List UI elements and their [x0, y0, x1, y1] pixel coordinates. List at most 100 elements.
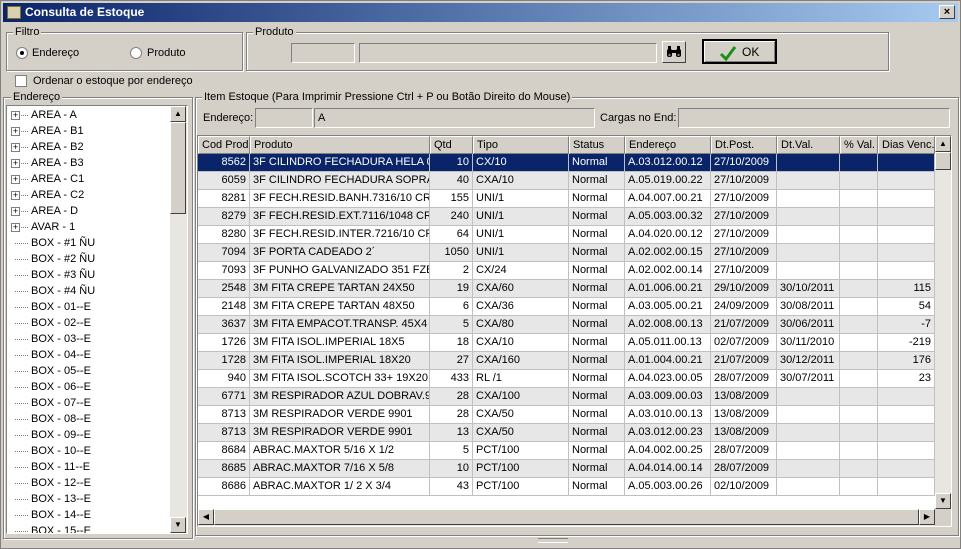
tree-node[interactable]: BOX - 13--E	[7, 491, 169, 507]
tree-node[interactable]: BOX - 06--E	[7, 379, 169, 395]
tree-node[interactable]: BOX - 01--E	[7, 299, 169, 315]
tree-node[interactable]: BOX - 08--E	[7, 411, 169, 427]
table-row[interactable]: 6059 3F CILINDRO FECHADURA SOPRAN 40 CXA/10…	[198, 172, 935, 190]
table-row[interactable]: 8713 3M RESPIRADOR VERDE 9901 13 CXA/50 Norm…	[198, 424, 935, 442]
table-row[interactable]: 8562 3F CILINDRO FECHADURA HELA 0… 10 CX/10…	[198, 154, 935, 172]
table-cell	[840, 208, 878, 226]
column-header[interactable]: Dt.Post.	[711, 136, 777, 154]
column-header[interactable]: Tipo	[473, 136, 569, 154]
product-code-input[interactable]	[291, 43, 355, 63]
radio-produto-label[interactable]: Produto	[147, 46, 186, 60]
table-row[interactable]: 2548 3M FITA CREPE TARTAN 24X50 19 CXA/60 No…	[198, 280, 935, 298]
table-row[interactable]: 8281 3F FECH.RESID.BANH.7316/10 CR 155 UNI/…	[198, 190, 935, 208]
table-scroll-left-button[interactable]: ◀	[198, 509, 214, 525]
column-header[interactable]: % Val.	[840, 136, 878, 154]
stock-address-code-field[interactable]	[255, 108, 313, 128]
table-row[interactable]: 8713 3M RESPIRADOR VERDE 9901 28 CXA/50 Norm…	[198, 406, 935, 424]
radio-endereco[interactable]	[16, 47, 28, 59]
tree-node[interactable]: BOX - #4 ÑU	[7, 283, 169, 299]
radio-endereco-label[interactable]: Endereço	[32, 46, 79, 60]
tree-node[interactable]: + AREA - C2	[7, 187, 169, 203]
column-header[interactable]: Endereço	[625, 136, 711, 154]
resize-grip[interactable]	[538, 538, 568, 543]
tree-node[interactable]: BOX - #1 ÑU	[7, 235, 169, 251]
tree-node[interactable]: BOX - 04--E	[7, 347, 169, 363]
table-row[interactable]: 7094 3F PORTA CADEADO 2´ 1050 UNI/1 Normal A.…	[198, 244, 935, 262]
table-row[interactable]: 1728 3M FITA ISOL.IMPERIAL 18X20 27 CXA/160…	[198, 352, 935, 370]
tree-node[interactable]: BOX - 07--E	[7, 395, 169, 411]
tree-node[interactable]: + AREA - A	[7, 107, 169, 123]
column-header[interactable]: Produto	[250, 136, 430, 154]
table-row[interactable]: 8686 ABRAC.MAXTOR 1/ 2 X 3/4 43 PCT/100 Norm…	[198, 478, 935, 496]
cargas-field[interactable]	[678, 108, 950, 128]
table-row[interactable]: 1726 3M FITA ISOL.IMPERIAL 18X5 18 CXA/10 No…	[198, 334, 935, 352]
tree-node[interactable]: BOX - #2 ÑU	[7, 251, 169, 267]
tree-node[interactable]: BOX - 15--E	[7, 523, 169, 533]
table-cell: 27	[430, 352, 473, 370]
tree-node[interactable]: + AREA - D	[7, 203, 169, 219]
tree-scroll-thumb[interactable]	[170, 122, 186, 214]
table-row[interactable]: 7093 3F PUNHO GALVANIZADO 351 FZB 2 CX/24 No…	[198, 262, 935, 280]
tree-node[interactable]: + AREA - C1	[7, 171, 169, 187]
radio-produto[interactable]	[130, 47, 142, 59]
tree-connector	[19, 163, 28, 164]
table-row[interactable]: 8280 3F FECH.RESID.INTER.7216/10 CR 64 UNI/…	[198, 226, 935, 244]
table-cell: 1726	[198, 334, 250, 352]
column-header[interactable]: Qtd	[430, 136, 473, 154]
table-cell: Normal	[569, 334, 625, 352]
tree-node[interactable]: BOX - 14--E	[7, 507, 169, 523]
tree-node[interactable]: + AVAR - 1	[7, 219, 169, 235]
table-row[interactable]: 940 3M FITA ISOL.SCOTCH 33+ 19X20 433 RL /1…	[198, 370, 935, 388]
tree-node-label: AREA - C1	[31, 173, 85, 185]
tree-node[interactable]: BOX - 11--E	[7, 459, 169, 475]
table-row[interactable]: 3637 3M FITA EMPACOT.TRANSP. 45X4 5 CXA/80 N…	[198, 316, 935, 334]
order-by-address-checkbox[interactable]	[15, 75, 27, 87]
tree-node[interactable]: BOX - #3 ÑU	[7, 267, 169, 283]
table-cell: 8686	[198, 478, 250, 496]
table-cell: 02/07/2009	[711, 334, 777, 352]
close-button[interactable]: ×	[939, 5, 955, 19]
table-vscrollbar[interactable]: ▲ ▼	[935, 136, 951, 509]
table-hscroll-thumb[interactable]	[214, 509, 919, 525]
column-header[interactable]: Cod Prod	[198, 136, 250, 154]
table-scroll-right-button[interactable]: ▶	[919, 509, 935, 525]
product-name-input[interactable]	[359, 43, 657, 63]
table-cell: A.03.012.00.12	[625, 154, 711, 172]
search-button[interactable]	[662, 41, 686, 63]
address-tree[interactable]: + AREA - A + AREA - B1 + AREA - B2 + AREA - B3 +…	[6, 105, 188, 534]
table-row[interactable]: 2148 3M FITA CREPE TARTAN 48X50 6 CXA/36 Nor…	[198, 298, 935, 316]
table-cell: 30/06/2011	[777, 316, 840, 334]
table-scroll-down-button[interactable]: ▼	[935, 493, 951, 509]
table-vscroll-thumb[interactable]	[935, 152, 951, 170]
tree-node-label: BOX - 13--E	[31, 493, 91, 505]
stock-address-field[interactable]: A	[314, 108, 595, 128]
table-row[interactable]: 8685 ABRAC.MAXTOR 7/16 X 5/8 10 PCT/100 Norm…	[198, 460, 935, 478]
ok-button[interactable]: OK	[702, 39, 777, 64]
column-header[interactable]: Dt.Val.	[777, 136, 840, 154]
column-header[interactable]: Status	[569, 136, 625, 154]
table-scroll-up-button[interactable]: ▲	[935, 136, 951, 152]
tree-node[interactable]: BOX - 03--E	[7, 331, 169, 347]
table-cell: 19	[430, 280, 473, 298]
table-cell: 27/10/2009	[711, 190, 777, 208]
table-row[interactable]: 8684 ABRAC.MAXTOR 5/16 X 1/2 5 PCT/100 Norma…	[198, 442, 935, 460]
tree-scroll-up-button[interactable]: ▲	[170, 106, 186, 122]
table-row[interactable]: 6771 3M RESPIRADOR AZUL DOBRAV.9 28 CXA/100…	[198, 388, 935, 406]
tree-node[interactable]: BOX - 02--E	[7, 315, 169, 331]
stock-table[interactable]: Cod Prod Produto Qtd Tipo Status Endereço Dt.P…	[197, 135, 952, 527]
tree-node[interactable]: BOX - 09--E	[7, 427, 169, 443]
tree-node[interactable]: + AREA - B1	[7, 123, 169, 139]
table-cell: 27/10/2009	[711, 172, 777, 190]
tree-node[interactable]: BOX - 10--E	[7, 443, 169, 459]
tree-scrollbar[interactable]: ▲ ▼	[170, 106, 187, 533]
order-by-address-label[interactable]: Ordenar o estoque por endereço	[33, 74, 193, 88]
tree-node[interactable]: + AREA - B3	[7, 155, 169, 171]
tree-scroll-down-button[interactable]: ▼	[170, 517, 186, 533]
title-bar[interactable]: Consulta de Estoque ×	[3, 3, 958, 22]
tree-node[interactable]: BOX - 05--E	[7, 363, 169, 379]
table-hscrollbar[interactable]: ◀ ▶	[198, 509, 935, 526]
column-header[interactable]: Dias Venc.	[878, 136, 935, 154]
table-row[interactable]: 8279 3F FECH.RESID.EXT.7116/1048 CR 240 UNI…	[198, 208, 935, 226]
tree-node[interactable]: + AREA - B2	[7, 139, 169, 155]
tree-node[interactable]: BOX - 12--E	[7, 475, 169, 491]
